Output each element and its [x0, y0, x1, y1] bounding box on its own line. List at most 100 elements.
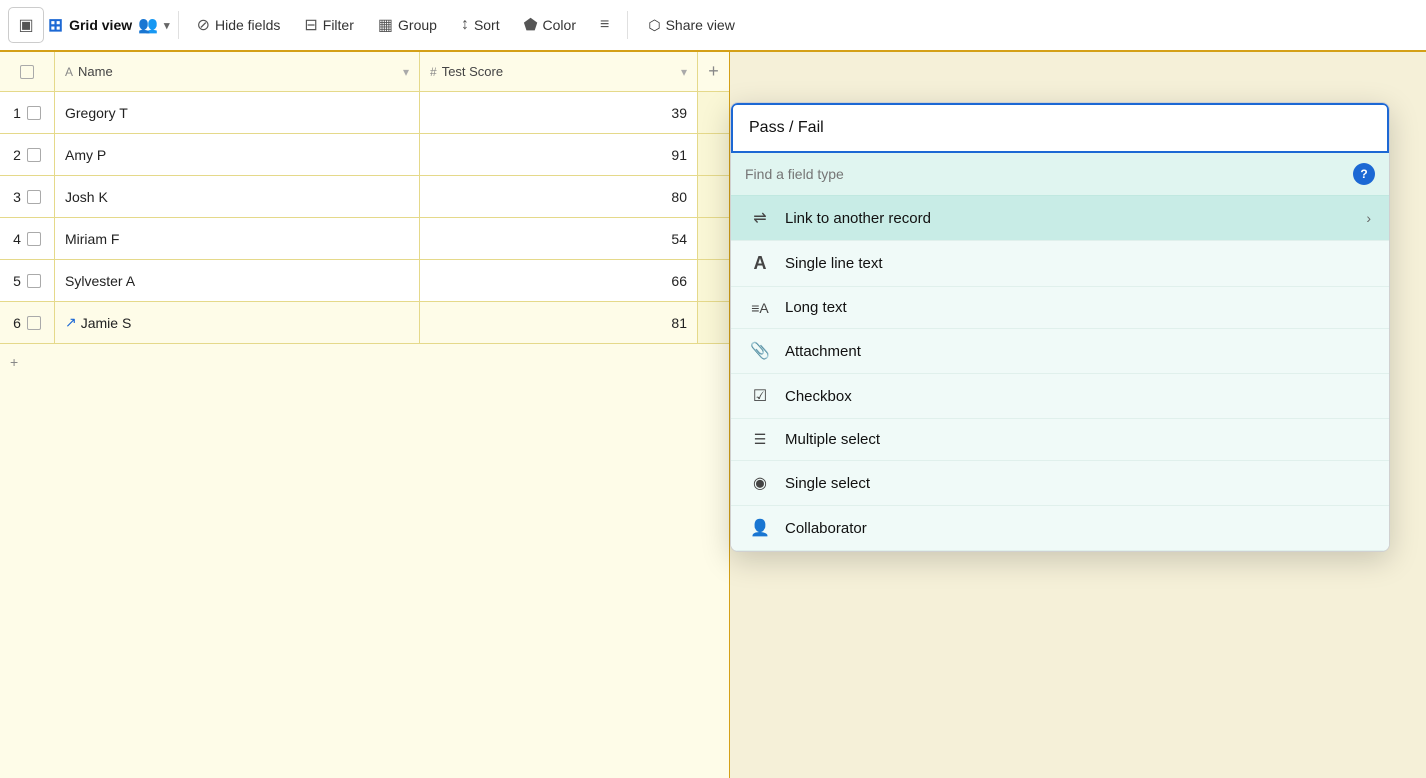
- field-type-list: ⇌ Link to another record › A Single line…: [731, 196, 1389, 551]
- share-label: Share view: [666, 17, 735, 33]
- score-col-icon: #: [430, 65, 437, 79]
- header-check-col[interactable]: [0, 52, 55, 91]
- field-name-input[interactable]: [731, 103, 1389, 153]
- sort-label: Sort: [474, 17, 500, 33]
- table-row: 4 Miriam F 54: [0, 218, 729, 260]
- field-type-item-attachment[interactable]: 📎 Attachment: [731, 329, 1389, 374]
- link-record-arrow: ›: [1366, 210, 1371, 226]
- field-type-item-long-text[interactable]: ≡A Long text: [731, 287, 1389, 329]
- field-type-item-link[interactable]: ⇌ Link to another record ›: [731, 196, 1389, 241]
- name-col-icon: A: [65, 65, 73, 79]
- field-type-collaborator-label: Collaborator: [785, 520, 867, 537]
- row-4-score[interactable]: 54: [420, 218, 698, 259]
- grid-container: A Name ▾ # Test Score ▾ + 1 Gregory T 39: [0, 52, 1426, 778]
- sidebar-toggle-button[interactable]: ▣: [8, 7, 44, 43]
- row-2-check[interactable]: 2: [0, 134, 55, 175]
- field-type-checkbox-label: Checkbox: [785, 388, 852, 405]
- list-view-icon: ≡: [600, 16, 609, 34]
- row-4-name[interactable]: Miriam F: [55, 218, 420, 259]
- add-row-button[interactable]: +: [0, 344, 729, 380]
- row-6-name[interactable]: ↗ Jamie S: [55, 302, 420, 343]
- row-4-check[interactable]: 4: [0, 218, 55, 259]
- filter-button[interactable]: ⊟ Filter: [294, 9, 364, 41]
- filter-label: Filter: [323, 17, 354, 33]
- field-type-item-checkbox[interactable]: ☑ Checkbox: [731, 374, 1389, 419]
- sort-button[interactable]: ↕ Sort: [451, 10, 510, 40]
- row-1-checkbox[interactable]: [27, 106, 41, 120]
- field-type-dropdown: ? ⇌ Link to another record › A Single li…: [730, 102, 1390, 552]
- group-label: Group: [398, 17, 437, 33]
- multiple-select-icon: ☰: [749, 431, 771, 448]
- table-row: 3 Josh K 80: [0, 176, 729, 218]
- field-type-item-single-line[interactable]: A Single line text: [731, 241, 1389, 287]
- header-score-col[interactable]: # Test Score ▾: [420, 52, 698, 91]
- view-dropdown-arrow[interactable]: ▾: [164, 19, 170, 32]
- field-type-search-input[interactable]: [745, 166, 1345, 182]
- row-2-score[interactable]: 91: [420, 134, 698, 175]
- hide-fields-button[interactable]: ⊘ Hide fields: [187, 9, 291, 41]
- view-name-label: ⊞ Grid view 👥 ▾: [48, 15, 170, 36]
- collaborator-icon: 👤: [749, 518, 771, 538]
- score-col-sort: ▾: [681, 65, 687, 79]
- single-select-icon: ◉: [749, 473, 771, 493]
- group-button[interactable]: ▦ Group: [368, 9, 447, 41]
- row-3-checkbox[interactable]: [27, 190, 41, 204]
- field-type-link-label: Link to another record: [785, 210, 931, 227]
- users-icon: 👥: [138, 15, 158, 35]
- color-label: Color: [543, 17, 576, 33]
- field-type-item-single-select[interactable]: ◉ Single select: [731, 461, 1389, 506]
- table-row: 1 Gregory T 39: [0, 92, 729, 134]
- help-button[interactable]: ?: [1353, 163, 1375, 185]
- color-button[interactable]: ⬟ Color: [514, 9, 586, 41]
- table-body: 1 Gregory T 39 2 Amy P 91 3: [0, 92, 729, 344]
- grid-table: A Name ▾ # Test Score ▾ + 1 Gregory T 39: [0, 52, 730, 778]
- row-5-name[interactable]: Sylvester A: [55, 260, 420, 301]
- row-2-checkbox[interactable]: [27, 148, 41, 162]
- field-type-item-collaborator[interactable]: 👤 Collaborator: [731, 506, 1389, 551]
- row-4-empty: [698, 218, 729, 259]
- header-checkbox[interactable]: [20, 65, 34, 79]
- table-header: A Name ▾ # Test Score ▾ +: [0, 52, 729, 92]
- score-col-label: Test Score: [442, 64, 503, 79]
- row-6-score[interactable]: 81: [420, 302, 698, 343]
- header-name-col[interactable]: A Name ▾: [55, 52, 420, 91]
- link-record-icon: ⇌: [749, 208, 771, 228]
- row-1-check[interactable]: 1: [0, 92, 55, 133]
- divider-2: [627, 11, 628, 39]
- field-type-item-multiple-select[interactable]: ☰ Multiple select: [731, 419, 1389, 461]
- field-type-search-area: ?: [731, 153, 1389, 196]
- row-1-score[interactable]: 39: [420, 92, 698, 133]
- row-5-check[interactable]: 5: [0, 260, 55, 301]
- row-6-empty: [698, 302, 729, 343]
- color-icon: ⬟: [524, 15, 538, 35]
- field-type-multiple-select-label: Multiple select: [785, 431, 880, 448]
- attachment-icon: 📎: [749, 341, 771, 361]
- row-3-empty: [698, 176, 729, 217]
- header-add-col[interactable]: +: [698, 52, 729, 91]
- row-1-empty: [698, 92, 729, 133]
- group-icon: ▦: [378, 15, 393, 35]
- row-3-check[interactable]: 3: [0, 176, 55, 217]
- name-col-label: Name: [78, 64, 113, 79]
- row-6-check[interactable]: 6: [0, 302, 55, 343]
- name-col-sort: ▾: [403, 65, 409, 79]
- share-view-button[interactable]: ⬡ Share view: [636, 11, 747, 40]
- row-5-score[interactable]: 66: [420, 260, 698, 301]
- row-5-empty: [698, 260, 729, 301]
- row-5-checkbox[interactable]: [27, 274, 41, 288]
- share-icon: ⬡: [648, 17, 660, 34]
- field-type-long-text-label: Long text: [785, 299, 847, 316]
- row-6-checkbox[interactable]: [27, 316, 41, 330]
- field-type-single-line-label: Single line text: [785, 255, 883, 272]
- row-3-score[interactable]: 80: [420, 176, 698, 217]
- long-text-icon: ≡A: [749, 300, 771, 316]
- view-name-text: Grid view: [69, 17, 132, 33]
- row-4-checkbox[interactable]: [27, 232, 41, 246]
- list-view-button[interactable]: ≡: [590, 10, 619, 40]
- row-3-name[interactable]: Josh K: [55, 176, 420, 217]
- field-type-single-select-label: Single select: [785, 475, 870, 492]
- expand-icon[interactable]: ↗: [65, 314, 77, 331]
- row-1-name[interactable]: Gregory T: [55, 92, 420, 133]
- single-line-icon: A: [749, 253, 771, 274]
- row-2-name[interactable]: Amy P: [55, 134, 420, 175]
